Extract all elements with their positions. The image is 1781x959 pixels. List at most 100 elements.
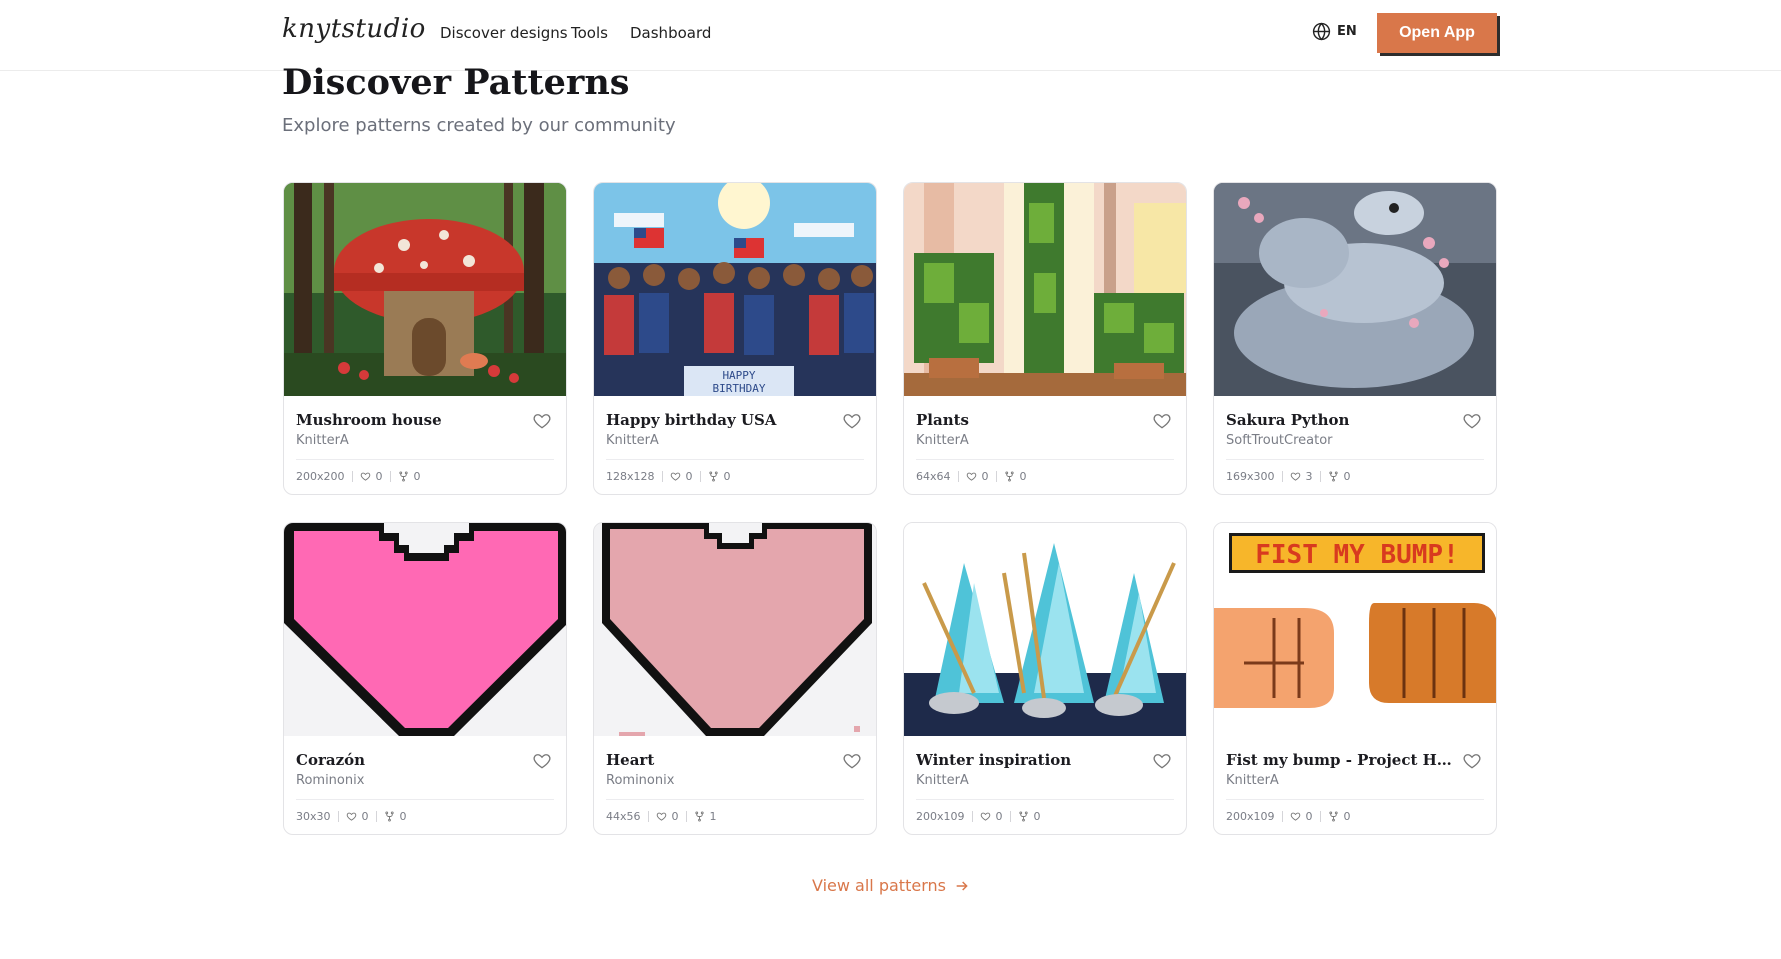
pattern-size: 44x56 (606, 810, 641, 823)
heart-icon (670, 472, 680, 481)
top-navbar: knytstudio Discover designs Tools Dashbo… (0, 0, 1781, 71)
fork-count: 0 (1343, 470, 1351, 483)
pattern-thumbnail-python[interactable] (1214, 183, 1496, 396)
fork-count: 0 (1033, 810, 1041, 823)
heart-icon[interactable] (1462, 751, 1482, 771)
page-title: Discover Patterns (282, 62, 630, 103)
fork-count: 0 (1019, 470, 1027, 483)
arrow-right-icon (956, 880, 968, 891)
pattern-meta: 200x109 0 0 (916, 810, 1041, 823)
heart-icon (360, 472, 370, 481)
fork-icon (694, 811, 704, 822)
pattern-thumbnail-mushroom[interactable] (284, 183, 566, 396)
heart-icon (346, 812, 356, 821)
like-count: 3 (1305, 470, 1313, 483)
pattern-author[interactable]: KnitterA (916, 773, 969, 788)
pattern-author[interactable]: KnitterA (1226, 773, 1279, 788)
pattern-size: 128x128 (606, 470, 655, 483)
pattern-card[interactable]: Corazón Rominonix 30x30 0 0 (283, 522, 567, 835)
pattern-author[interactable]: KnitterA (916, 433, 969, 448)
like-count: 0 (671, 810, 679, 823)
fork-count: 0 (1343, 810, 1351, 823)
page-subtitle: Explore patterns created by our communit… (282, 115, 676, 136)
nav-link-discover-designs[interactable]: Discover designs (440, 24, 568, 42)
pattern-meta: 200x200 0 0 (296, 470, 421, 483)
divider (606, 459, 864, 460)
like-count: 0 (685, 470, 693, 483)
pattern-title[interactable]: Mushroom house (296, 411, 526, 429)
pattern-author[interactable]: Rominonix (296, 773, 364, 788)
fist-banner-text: FIST MY BUMP! (1255, 540, 1459, 570)
pattern-author[interactable]: SoftTroutCreator (1226, 433, 1333, 448)
divider (296, 799, 554, 800)
heart-icon[interactable] (842, 751, 862, 771)
pattern-title[interactable]: Happy birthday USA (606, 411, 836, 429)
pattern-author[interactable]: KnitterA (296, 433, 349, 448)
heart-icon[interactable] (1152, 751, 1172, 771)
pattern-thumbnail-heart-pink[interactable] (284, 523, 566, 736)
heart-icon (980, 812, 990, 821)
pattern-title[interactable]: Plants (916, 411, 1146, 429)
nav-link-dashboard[interactable]: Dashboard (630, 24, 711, 42)
pattern-meta: 44x56 0 1 (606, 810, 717, 823)
pattern-title[interactable]: Sakura Python (1226, 411, 1456, 429)
logo[interactable]: knytstudio (282, 14, 426, 44)
heart-icon (1290, 472, 1300, 481)
pattern-thumbnail-heart-rose[interactable] (594, 523, 876, 736)
pattern-size: 64x64 (916, 470, 951, 483)
open-app-button[interactable]: Open App (1377, 13, 1497, 53)
pattern-thumbnail-winter[interactable] (904, 523, 1186, 736)
language-label: EN (1337, 24, 1357, 39)
pattern-card[interactable]: Winter inspiration KnitterA 200x109 0 0 (903, 522, 1187, 835)
fork-icon (384, 811, 394, 822)
pattern-title[interactable]: Heart (606, 751, 836, 769)
heart-icon[interactable] (1152, 411, 1172, 431)
pattern-card[interactable]: Plants KnitterA 64x64 0 0 (903, 182, 1187, 495)
heart-icon[interactable] (532, 411, 552, 431)
divider (606, 799, 864, 800)
pattern-meta: 64x64 0 0 (916, 470, 1027, 483)
pattern-title[interactable]: Winter inspiration (916, 751, 1146, 769)
view-all-patterns-link[interactable]: View all patterns (812, 876, 970, 895)
fork-icon (1018, 811, 1028, 822)
divider (916, 459, 1174, 460)
pattern-thumbnail-birthday[interactable]: HAPPY BIRTHDAY (594, 183, 876, 396)
pattern-card[interactable]: FIST MY BUMP! Fist my bump - Project Hai… (1213, 522, 1497, 835)
pattern-author[interactable]: Rominonix (606, 773, 674, 788)
globe-icon (1312, 22, 1331, 41)
svg-text:HAPPY: HAPPY (722, 369, 755, 382)
pattern-card[interactable]: HAPPY BIRTHDAY Happy birthday USA Knitte… (593, 182, 877, 495)
pattern-title[interactable]: Corazón (296, 751, 526, 769)
heart-icon[interactable] (842, 411, 862, 431)
language-selector[interactable]: EN (1312, 22, 1357, 41)
svg-text:BIRTHDAY: BIRTHDAY (713, 382, 766, 395)
like-count: 0 (361, 810, 369, 823)
heart-icon[interactable] (532, 751, 552, 771)
divider (296, 459, 554, 460)
divider (1226, 799, 1484, 800)
pattern-card[interactable]: Mushroom house KnitterA 200x200 0 0 (283, 182, 567, 495)
pattern-size: 30x30 (296, 810, 331, 823)
pattern-size: 200x109 (916, 810, 965, 823)
heart-icon (656, 812, 666, 821)
pattern-card[interactable]: Heart Rominonix 44x56 0 1 (593, 522, 877, 835)
like-count: 0 (375, 470, 383, 483)
nav-link-tools[interactable]: Tools (571, 24, 608, 42)
view-all-label: View all patterns (812, 876, 946, 895)
pattern-title[interactable]: Fist my bump - Project Hail ... (1226, 751, 1456, 769)
divider (1226, 459, 1484, 460)
fork-icon (1328, 811, 1338, 822)
heart-icon[interactable] (1462, 411, 1482, 431)
pattern-author[interactable]: KnitterA (606, 433, 659, 448)
fork-count: 0 (413, 470, 421, 483)
pattern-meta: 30x30 0 0 (296, 810, 407, 823)
pattern-thumbnail-plants[interactable] (904, 183, 1186, 396)
fork-count: 1 (709, 810, 717, 823)
like-count: 0 (995, 810, 1003, 823)
pattern-card[interactable]: Sakura Python SoftTroutCreator 169x300 3… (1213, 182, 1497, 495)
divider (916, 799, 1174, 800)
pattern-thumbnail-fist[interactable]: FIST MY BUMP! (1214, 523, 1496, 736)
heart-icon (1290, 812, 1300, 821)
fork-icon (1328, 471, 1338, 482)
pattern-meta: 128x128 0 0 (606, 470, 731, 483)
